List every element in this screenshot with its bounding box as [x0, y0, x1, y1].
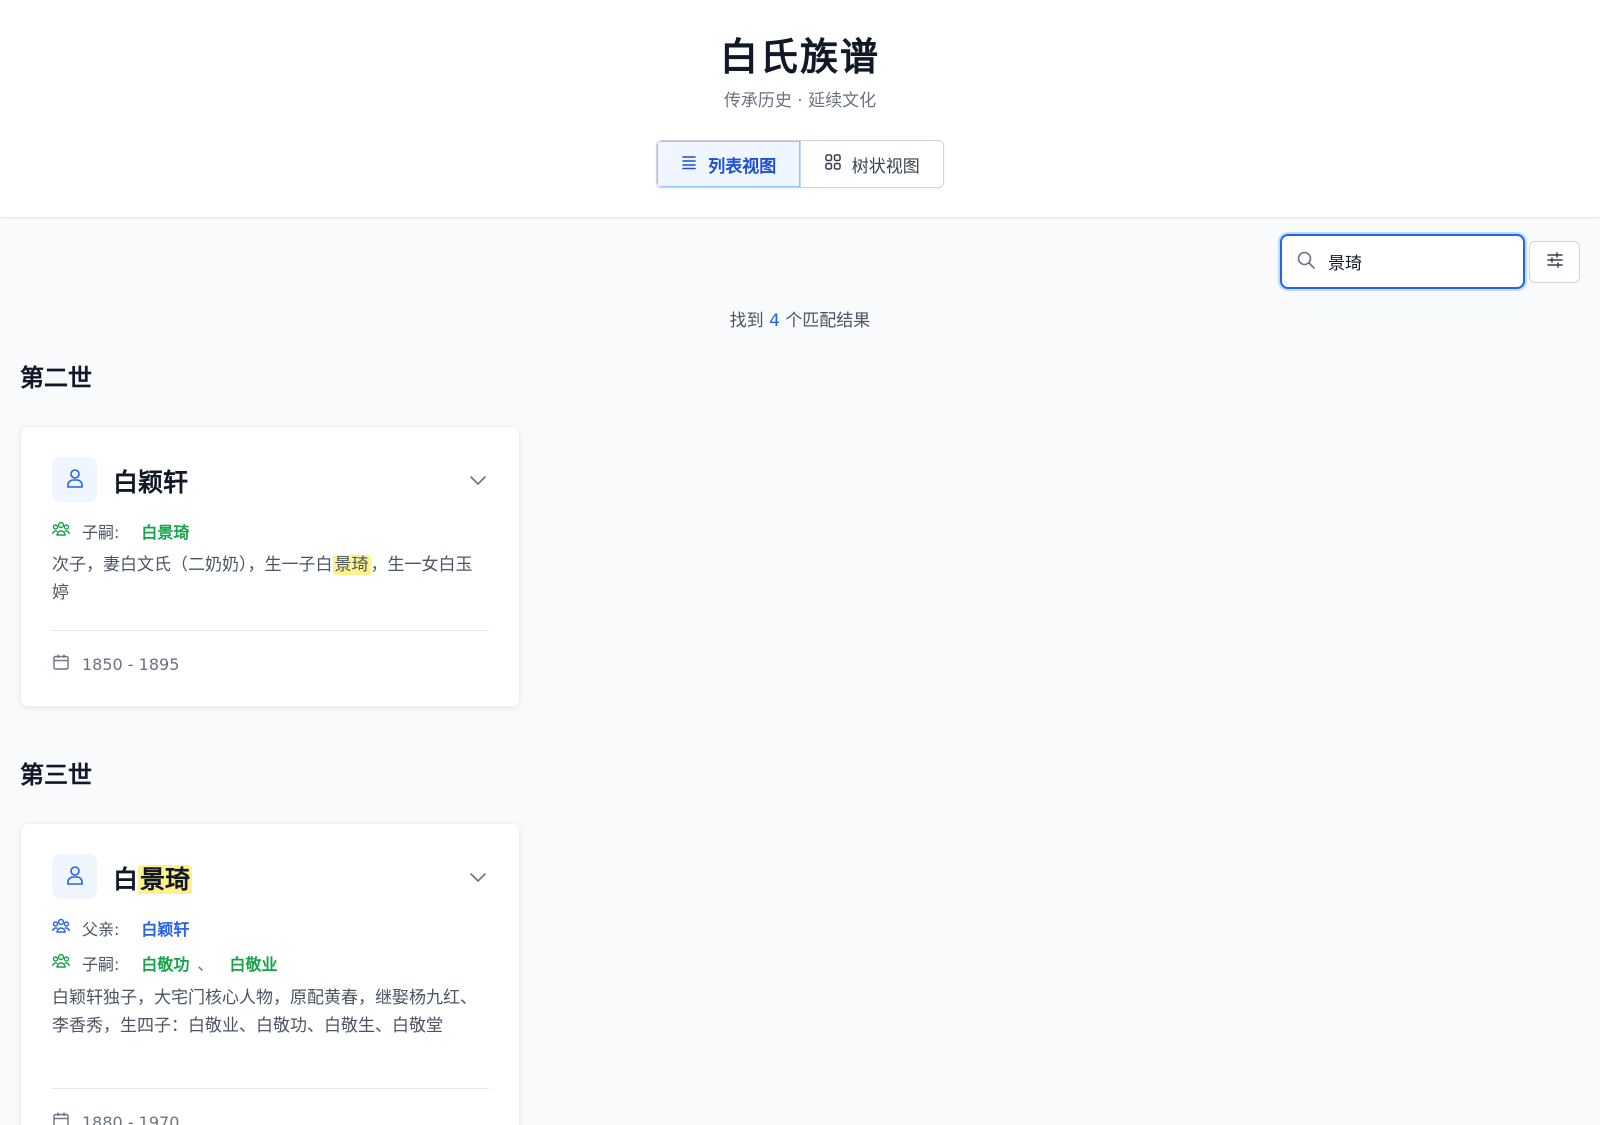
member-dates: 1880 - 1970 [52, 1111, 179, 1125]
generation-title: 第二世 [20, 364, 92, 392]
member-description: 白颖轩独子，大宅门核心人物，原配黄春，继娶杨九红、李香秀，生四子：白敬业、白敬功… [52, 988, 477, 1036]
search-highlight: 景琦 [332, 555, 371, 575]
calendar-icon [52, 653, 82, 675]
divider [52, 1088, 489, 1089]
search-highlight: 景琦 [138, 865, 193, 894]
chevron-down-icon[interactable] [467, 469, 489, 491]
children-row: 子嗣: 白景琦 [52, 519, 189, 543]
child-link[interactable]: 白敬功 [141, 951, 189, 975]
father-row: 父亲: 白颖轩 [52, 916, 189, 940]
filter-button[interactable] [1529, 241, 1580, 283]
child-link[interactable]: 白敬业 [229, 951, 277, 975]
member-name: 白景琦 [113, 865, 193, 894]
result-count-number: 4 [769, 311, 780, 331]
page-subtitle: 传承历史 · 延续文化 [723, 91, 877, 111]
child-link[interactable]: 白景琦 [141, 519, 189, 543]
list-view-button[interactable]: 列表视图 [657, 141, 801, 187]
family-icon [52, 917, 82, 939]
tree-view-label: 树状视图 [851, 156, 920, 177]
chevron-down-icon[interactable] [467, 866, 489, 888]
sliders-icon [1546, 251, 1564, 273]
avatar [52, 457, 97, 502]
page-title: 白氏族谱 [719, 35, 880, 79]
avatar [52, 854, 97, 899]
search-box [1280, 234, 1561, 289]
children-row: 子嗣: 白敬功 、 白敬业 [52, 951, 277, 975]
search-input[interactable] [1328, 251, 1547, 272]
member-description: 次子，妻白文氏（二奶奶），生一子白 景琦 ，生一女白玉婷 [52, 555, 473, 603]
user-icon [64, 467, 86, 493]
list-icon [680, 153, 698, 176]
member-name: 白颖轩 [113, 468, 189, 497]
view-toggle: 列表视图 树状视图 [656, 140, 944, 188]
calendar-icon [52, 1111, 82, 1125]
family-icon [52, 952, 82, 974]
member-card[interactable]: 白景琦 父亲: 白颖轩 子嗣: 白敬功 、 白敬业 白颖轩独子，大宅门核心人物，… [20, 823, 520, 1125]
user-icon [64, 864, 86, 890]
generation-title: 第三世 [20, 761, 92, 789]
member-dates: 1850 - 1895 [52, 653, 179, 675]
family-icon [52, 520, 82, 542]
page-header: 白氏族谱 传承历史 · 延续文化 列表视图 树状视图 [0, 0, 1600, 218]
grid-icon [824, 153, 842, 176]
divider [52, 630, 489, 631]
result-count: 找到 4 个匹配结果 [729, 311, 871, 331]
father-link[interactable]: 白颖轩 [141, 916, 189, 940]
tree-view-button[interactable]: 树状视图 [801, 141, 944, 187]
member-card[interactable]: 白颖轩 子嗣: 白景琦 次子，妻白文氏（二奶奶），生一子白 景琦 ，生一女白玉婷 1… [20, 426, 520, 707]
search-icon [1296, 250, 1316, 274]
list-view-label: 列表视图 [708, 156, 777, 177]
